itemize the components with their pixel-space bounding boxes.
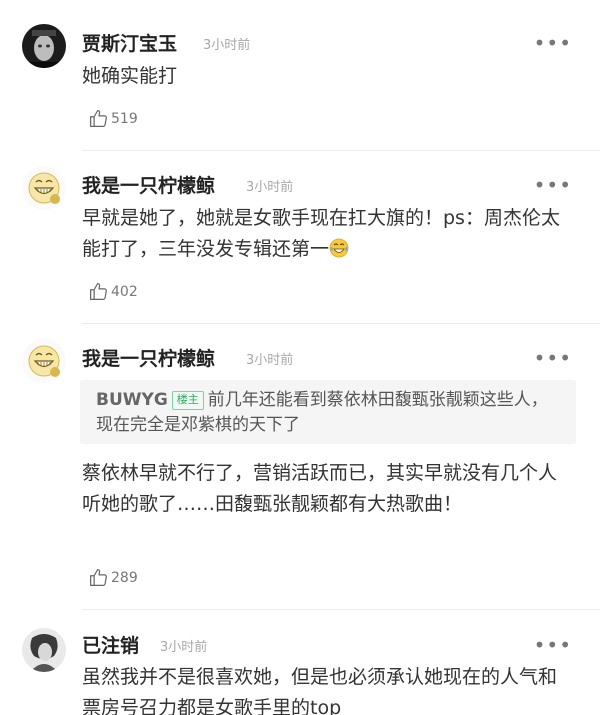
- avatar[interactable]: [22, 339, 66, 383]
- more-options-button[interactable]: •••: [534, 175, 572, 195]
- like-count: 289: [111, 569, 138, 586]
- comment-item: 我是一只柠檬鲸 3小时前 ••• BUWYG 楼主 前几年还能看到蔡依林田馥甄张靓颖…: [0, 324, 600, 610]
- comment-text: 早就是她了，她就是女歌手现在扛大旗的！ps：周杰伦太能打了，三年没发专辑还第一: [82, 203, 572, 265]
- quoted-comment-body: BUWYG 楼主 前几年还能看到蔡依林田馥甄张靓颖这些人，现在完全是邓紫棋的天下了: [96, 388, 556, 438]
- sketch-portrait-avatar-icon: [22, 628, 66, 672]
- comment-feed: 贾斯汀宝玉 3小时前 ••• 她确实能打 519 我是一只柠檬鲸 3小时前 ••…: [0, 0, 600, 715]
- laughing-cartoon-avatar-icon: [22, 166, 66, 210]
- comment-item: 已注销 3小时前 ••• 虽然我并不是很喜欢她，但是也必须承认她现在的人气和票房…: [0, 610, 600, 715]
- op-badge: 楼主: [171, 391, 204, 410]
- like-button[interactable]: 289: [88, 567, 138, 588]
- comment-item: 我是一只柠檬鲸 3小时前 ••• 早就是她了，她就是女歌手现在扛大旗的！ps：周…: [0, 151, 600, 324]
- username[interactable]: 我是一只柠檬鲸: [82, 344, 215, 371]
- username[interactable]: 已注销: [82, 631, 139, 658]
- like-count: 519: [111, 110, 138, 127]
- comment-item: 贾斯汀宝玉 3小时前 ••• 她确实能打 519: [0, 0, 600, 150]
- comment-text: 蔡依林早就不行了，营销活跃而已，其实早就没有几个人听她的歌了……田馥甄张靓颖都有…: [82, 462, 558, 515]
- timestamp: 3小时前: [246, 353, 294, 368]
- more-options-button[interactable]: •••: [534, 348, 572, 368]
- timestamp: 3小时前: [160, 640, 208, 655]
- comment-text: 她确实能打: [82, 65, 178, 87]
- like-button[interactable]: 519: [88, 108, 138, 129]
- avatar[interactable]: [22, 166, 66, 210]
- avatar[interactable]: [22, 628, 66, 672]
- dark-portrait-avatar-icon: [22, 24, 66, 68]
- comment-text-content: 早就是她了，她就是女歌手现在扛大旗的！ps：周杰伦太能打了，三年没发专辑还第一: [82, 207, 560, 260]
- username[interactable]: 贾斯汀宝玉: [82, 29, 177, 56]
- thumbs-up-icon: [90, 110, 107, 127]
- thumbs-up-icon: [90, 569, 107, 586]
- more-options-button[interactable]: •••: [534, 635, 572, 655]
- avatar[interactable]: [22, 24, 66, 68]
- username[interactable]: 我是一只柠檬鲸: [82, 171, 215, 198]
- like-count: 402: [111, 283, 138, 300]
- quoted-username[interactable]: BUWYG: [96, 390, 168, 410]
- thumbs-up-icon: [90, 283, 107, 300]
- laughing-tears-emoji-icon: [329, 238, 349, 258]
- more-options-button[interactable]: •••: [534, 33, 572, 53]
- laughing-cartoon-avatar-icon: [22, 339, 66, 383]
- comment-text: 虽然我并不是很喜欢她，但是也必须承认她现在的人气和票房号召力都是女歌手里的top: [82, 666, 558, 715]
- quoted-comment[interactable]: BUWYG 楼主 前几年还能看到蔡依林田馥甄张靓颖这些人，现在完全是邓紫棋的天下了: [80, 380, 576, 444]
- like-button[interactable]: 402: [88, 281, 138, 302]
- timestamp: 3小时前: [246, 180, 294, 195]
- timestamp: 3小时前: [203, 38, 251, 53]
